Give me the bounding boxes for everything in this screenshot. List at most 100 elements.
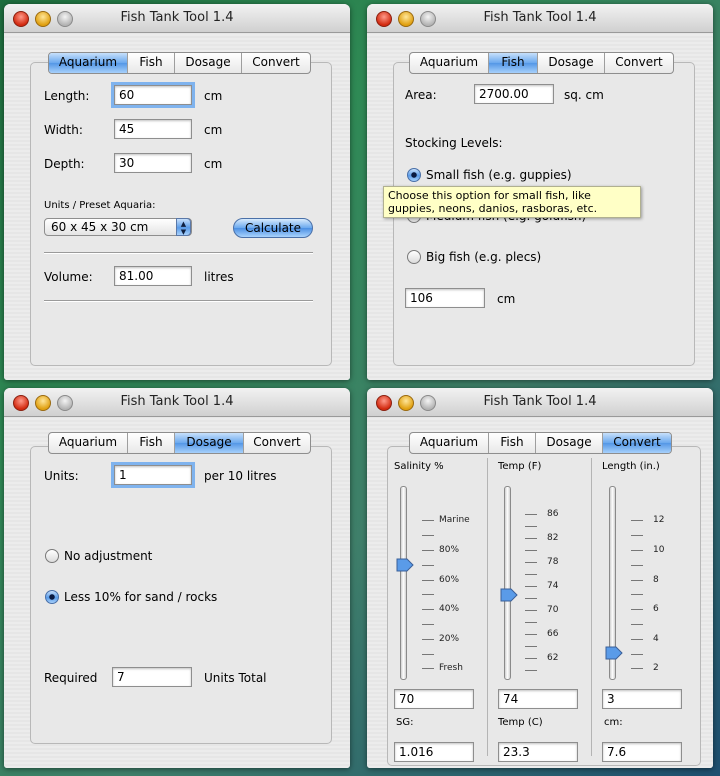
length-in-field[interactable]: 3 [602, 689, 682, 709]
no-adjustment-label[interactable]: No adjustment [64, 549, 152, 563]
length-slider-thumb[interactable] [605, 646, 623, 660]
small-fish-radio[interactable] [407, 168, 421, 182]
window-aquarium: Fish Tank Tool 1.4 Aquarium Fish Dosage … [4, 4, 350, 380]
tab-fish[interactable]: Fish [128, 433, 175, 453]
area-field[interactable]: 2700.00 [474, 84, 554, 104]
big-fish-radio[interactable] [407, 250, 421, 264]
salinity-tick [422, 654, 434, 655]
temp-c-field[interactable]: 23.3 [498, 742, 578, 762]
salinity-tick [422, 609, 434, 610]
salinity-slider-track[interactable] [400, 486, 407, 680]
temp-tick-label: 62 [547, 653, 559, 663]
temp-tick [525, 610, 537, 611]
stocking-result-field[interactable]: 106 [405, 288, 485, 308]
less-10-label[interactable]: Less 10% for sand / rocks [64, 590, 217, 604]
cm-field[interactable]: 7.6 [602, 742, 682, 762]
tab-dosage[interactable]: Dosage [175, 433, 244, 453]
length-tick [631, 624, 643, 625]
tab-convert[interactable]: Convert [603, 433, 671, 453]
tab-fish[interactable]: Fish [489, 433, 536, 453]
length-tick-label: 10 [653, 545, 665, 555]
width-field[interactable]: 45 [114, 119, 192, 139]
salinity-tick [422, 668, 434, 669]
temp-tick [525, 658, 537, 659]
big-fish-label[interactable]: Big fish (e.g. plecs) [426, 250, 541, 264]
temp-tick [525, 574, 537, 575]
temp-tick-label: 74 [547, 581, 559, 591]
length-unit: cm [204, 89, 223, 103]
length-tick [631, 565, 643, 566]
temp-tick [525, 562, 537, 563]
small-fish-tooltip: Choose this option for small fish, like … [383, 186, 641, 218]
tab-bar: Aquarium Fish Dosage Convert [409, 52, 674, 74]
length-label: Length: [44, 89, 90, 103]
stocking-result-unit: cm [497, 292, 516, 306]
window-title: Fish Tank Tool 1.4 [483, 394, 597, 409]
temp-tick [525, 514, 537, 515]
tab-dosage[interactable]: Dosage [538, 53, 605, 73]
tab-convert[interactable]: Convert [605, 53, 673, 73]
tab-convert[interactable]: Convert [244, 433, 310, 453]
tab-aquarium[interactable]: Aquarium [49, 53, 128, 73]
length-tick [631, 654, 643, 655]
sg-field[interactable]: 1.016 [394, 742, 474, 762]
less-10-radio[interactable] [45, 590, 59, 604]
salinity-field[interactable]: 70 [394, 689, 474, 709]
salinity-tick [422, 520, 434, 521]
tab-aquarium[interactable]: Aquarium [49, 433, 128, 453]
salinity-tick-label: 80% [439, 545, 460, 555]
salinity-tick-label: 20% [439, 634, 460, 644]
no-adjustment-radio[interactable] [45, 549, 59, 563]
small-fish-label[interactable]: Small fish (e.g. guppies) [426, 168, 572, 182]
preset-value: 60 x 45 x 30 cm [51, 220, 149, 234]
temp-tick [525, 622, 537, 623]
depth-field[interactable]: 30 [114, 153, 192, 173]
length-tick [631, 520, 643, 521]
tab-dosage[interactable]: Dosage [536, 433, 603, 453]
popup-arrows-icon: ▲ ▼ [176, 218, 191, 236]
temp-tick [525, 598, 537, 599]
salinity-tick [422, 565, 434, 566]
salinity-slider-thumb[interactable] [396, 558, 414, 572]
tab-bar: Aquarium Fish Dosage Convert [48, 432, 311, 454]
units-field[interactable]: 1 [111, 462, 195, 488]
preset-aquaria-popup[interactable]: 60 x 45 x 30 cm ▲ ▼ [44, 218, 192, 236]
tab-aquarium[interactable]: Aquarium [410, 53, 489, 73]
temp-slider-thumb[interactable] [500, 588, 518, 602]
volume-field[interactable]: 81.00 [114, 266, 192, 286]
calculate-button[interactable]: Calculate [233, 218, 313, 238]
title-bar[interactable]: Fish Tank Tool 1.4 [4, 4, 350, 33]
length-field[interactable]: 60 [111, 82, 195, 108]
tab-fish[interactable]: Fish [489, 53, 538, 73]
length-tick-label: 8 [653, 575, 659, 585]
volume-unit: litres [204, 270, 234, 284]
salinity-tick [422, 535, 434, 536]
width-label: Width: [44, 123, 83, 137]
title-bar[interactable]: Fish Tank Tool 1.4 [4, 388, 350, 417]
title-bar[interactable]: Fish Tank Tool 1.4 [367, 4, 713, 33]
length-tick [631, 609, 643, 610]
column-divider [487, 458, 488, 756]
salinity-tick-label: Marine [439, 515, 470, 525]
units-label: Units: [44, 469, 79, 483]
length-tick [631, 535, 643, 536]
window-dosage: Fish Tank Tool 1.4 Aquarium Fish Dosage … [4, 388, 350, 768]
tab-aquarium[interactable]: Aquarium [410, 433, 489, 453]
temp-tick-label: 78 [547, 557, 559, 567]
temp-f-field[interactable]: 74 [498, 689, 578, 709]
depth-unit: cm [204, 157, 223, 171]
required-field[interactable]: 7 [112, 667, 192, 687]
temp-slider-track[interactable] [504, 486, 511, 680]
length-tick [631, 594, 643, 595]
tab-dosage[interactable]: Dosage [175, 53, 242, 73]
tab-convert[interactable]: Convert [242, 53, 310, 73]
title-bar[interactable]: Fish Tank Tool 1.4 [367, 388, 713, 417]
tab-panel [30, 62, 332, 366]
window-convert: Fish Tank Tool 1.4 Aquarium Fish Dosage … [367, 388, 713, 768]
length-tick-label: 2 [653, 663, 659, 673]
length-tick-label: 4 [653, 634, 659, 644]
tab-bar: Aquarium Fish Dosage Convert [409, 432, 672, 454]
units-total-label: Units Total [204, 671, 267, 685]
length-tick-label: 12 [653, 515, 665, 525]
tab-fish[interactable]: Fish [128, 53, 175, 73]
